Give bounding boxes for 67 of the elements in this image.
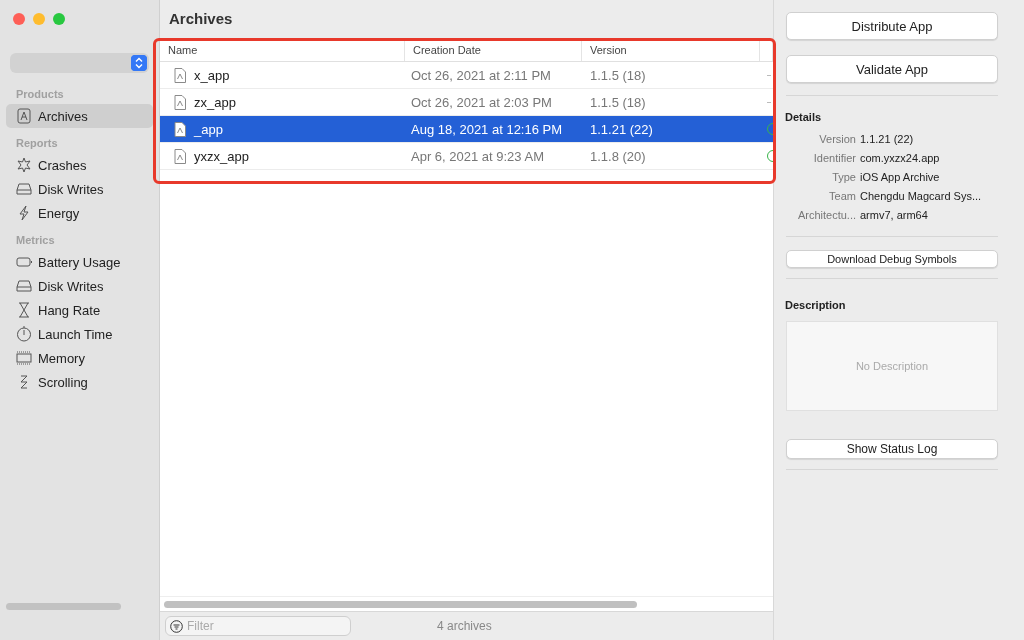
minimize-button[interactable]: [33, 13, 45, 25]
sidebar-item[interactable]: Memory: [6, 346, 153, 370]
table-cell: x_app: [194, 67, 230, 83]
section-heading: Details: [785, 111, 823, 123]
sidebar-item[interactable]: Hang Rate: [6, 298, 153, 322]
section-heading: Description: [785, 299, 846, 311]
document-icon: [174, 67, 186, 83]
scheme-picker[interactable]: [10, 53, 149, 73]
detail-value: 1.1.21 (22): [860, 133, 915, 145]
table-cell: 1.1.5 (18): [590, 94, 646, 110]
detail-label: Architectu...: [796, 209, 856, 221]
filter-field[interactable]: Filter: [165, 616, 351, 636]
clock-icon: [16, 326, 32, 342]
detail-value: Chengdu Magcard Sys...: [860, 190, 983, 202]
sidebar-item[interactable]: Launch Time: [6, 322, 153, 346]
action-button[interactable]: Distribute App: [786, 12, 998, 40]
table-cell: 1.1.5 (18): [590, 67, 646, 83]
stepper-icon: [131, 55, 147, 71]
scrollbar-thumb[interactable]: [164, 600, 637, 608]
log-button[interactable]: Show Status Log: [786, 439, 998, 459]
section-heading: Metrics: [15, 233, 56, 248]
table-cell: yxzx_app: [194, 148, 249, 164]
document-icon: [174, 94, 186, 110]
sidebar-item[interactable]: Scrolling: [6, 370, 153, 394]
table-row[interactable]: x_app Oct 26, 2021 at 2:11 PM 1.1.5 (18): [160, 62, 773, 89]
document-icon: [174, 148, 186, 164]
table-cell: 1.1.21 (22): [590, 121, 653, 137]
hourglass-icon: [16, 302, 32, 318]
battery-icon: [16, 254, 32, 270]
download-button[interactable]: Download Debug Symbols: [786, 250, 998, 268]
sidebar-item[interactable]: Disk Writes: [6, 274, 153, 298]
section-heading: Products: [15, 87, 65, 102]
sidebar-item[interactable]: Archives: [6, 104, 153, 128]
scrollbar-thumb[interactable]: [6, 603, 121, 610]
detail-value: armv7, arm64: [860, 209, 929, 221]
sidebar-item[interactable]: Crashes: [6, 153, 153, 177]
detail-label: Identifier: [812, 152, 856, 164]
table-row[interactable]: _app Aug 18, 2021 at 12:16 PM 1.1.21 (22): [160, 116, 773, 143]
sidebar-item[interactable]: Disk Writes: [6, 177, 153, 201]
table-cell: 1.1.8 (20): [590, 148, 646, 164]
sidebar-item[interactable]: Energy: [6, 201, 153, 225]
table-cell: _app: [194, 121, 223, 137]
column-header[interactable]: Creation Date: [405, 39, 582, 61]
detail-value: com.yxzx24.app: [860, 152, 941, 164]
app-icon: [16, 108, 32, 124]
filter-icon: [170, 620, 183, 633]
close-button[interactable]: [13, 13, 25, 25]
memory-icon: [16, 350, 32, 366]
column-header[interactable]: Version: [582, 39, 760, 61]
bolt-icon: [16, 205, 32, 221]
detail-label: Version: [818, 133, 856, 145]
zoom-button[interactable]: [53, 13, 65, 25]
archive-count: 4 archives: [437, 619, 492, 633]
sidebar-item[interactable]: Battery Usage: [6, 250, 153, 274]
action-button[interactable]: Validate App: [786, 55, 998, 83]
table-cell: Apr 6, 2021 at 9:23 AM: [411, 148, 544, 164]
table-cell: Oct 26, 2021 at 2:11 PM: [411, 67, 551, 83]
column-header[interactable]: Name: [160, 39, 405, 61]
table-cell: zx_app: [194, 94, 236, 110]
table-cell: Oct 26, 2021 at 2:03 PM: [411, 94, 552, 110]
detail-label: Type: [831, 171, 856, 183]
detail-label: Team: [828, 190, 856, 202]
section-heading: Reports: [15, 136, 59, 151]
crash-icon: [16, 157, 32, 173]
detail-value: iOS App Archive: [860, 171, 941, 183]
document-icon: [174, 121, 186, 137]
table-cell: Aug 18, 2021 at 12:16 PM: [411, 121, 563, 137]
